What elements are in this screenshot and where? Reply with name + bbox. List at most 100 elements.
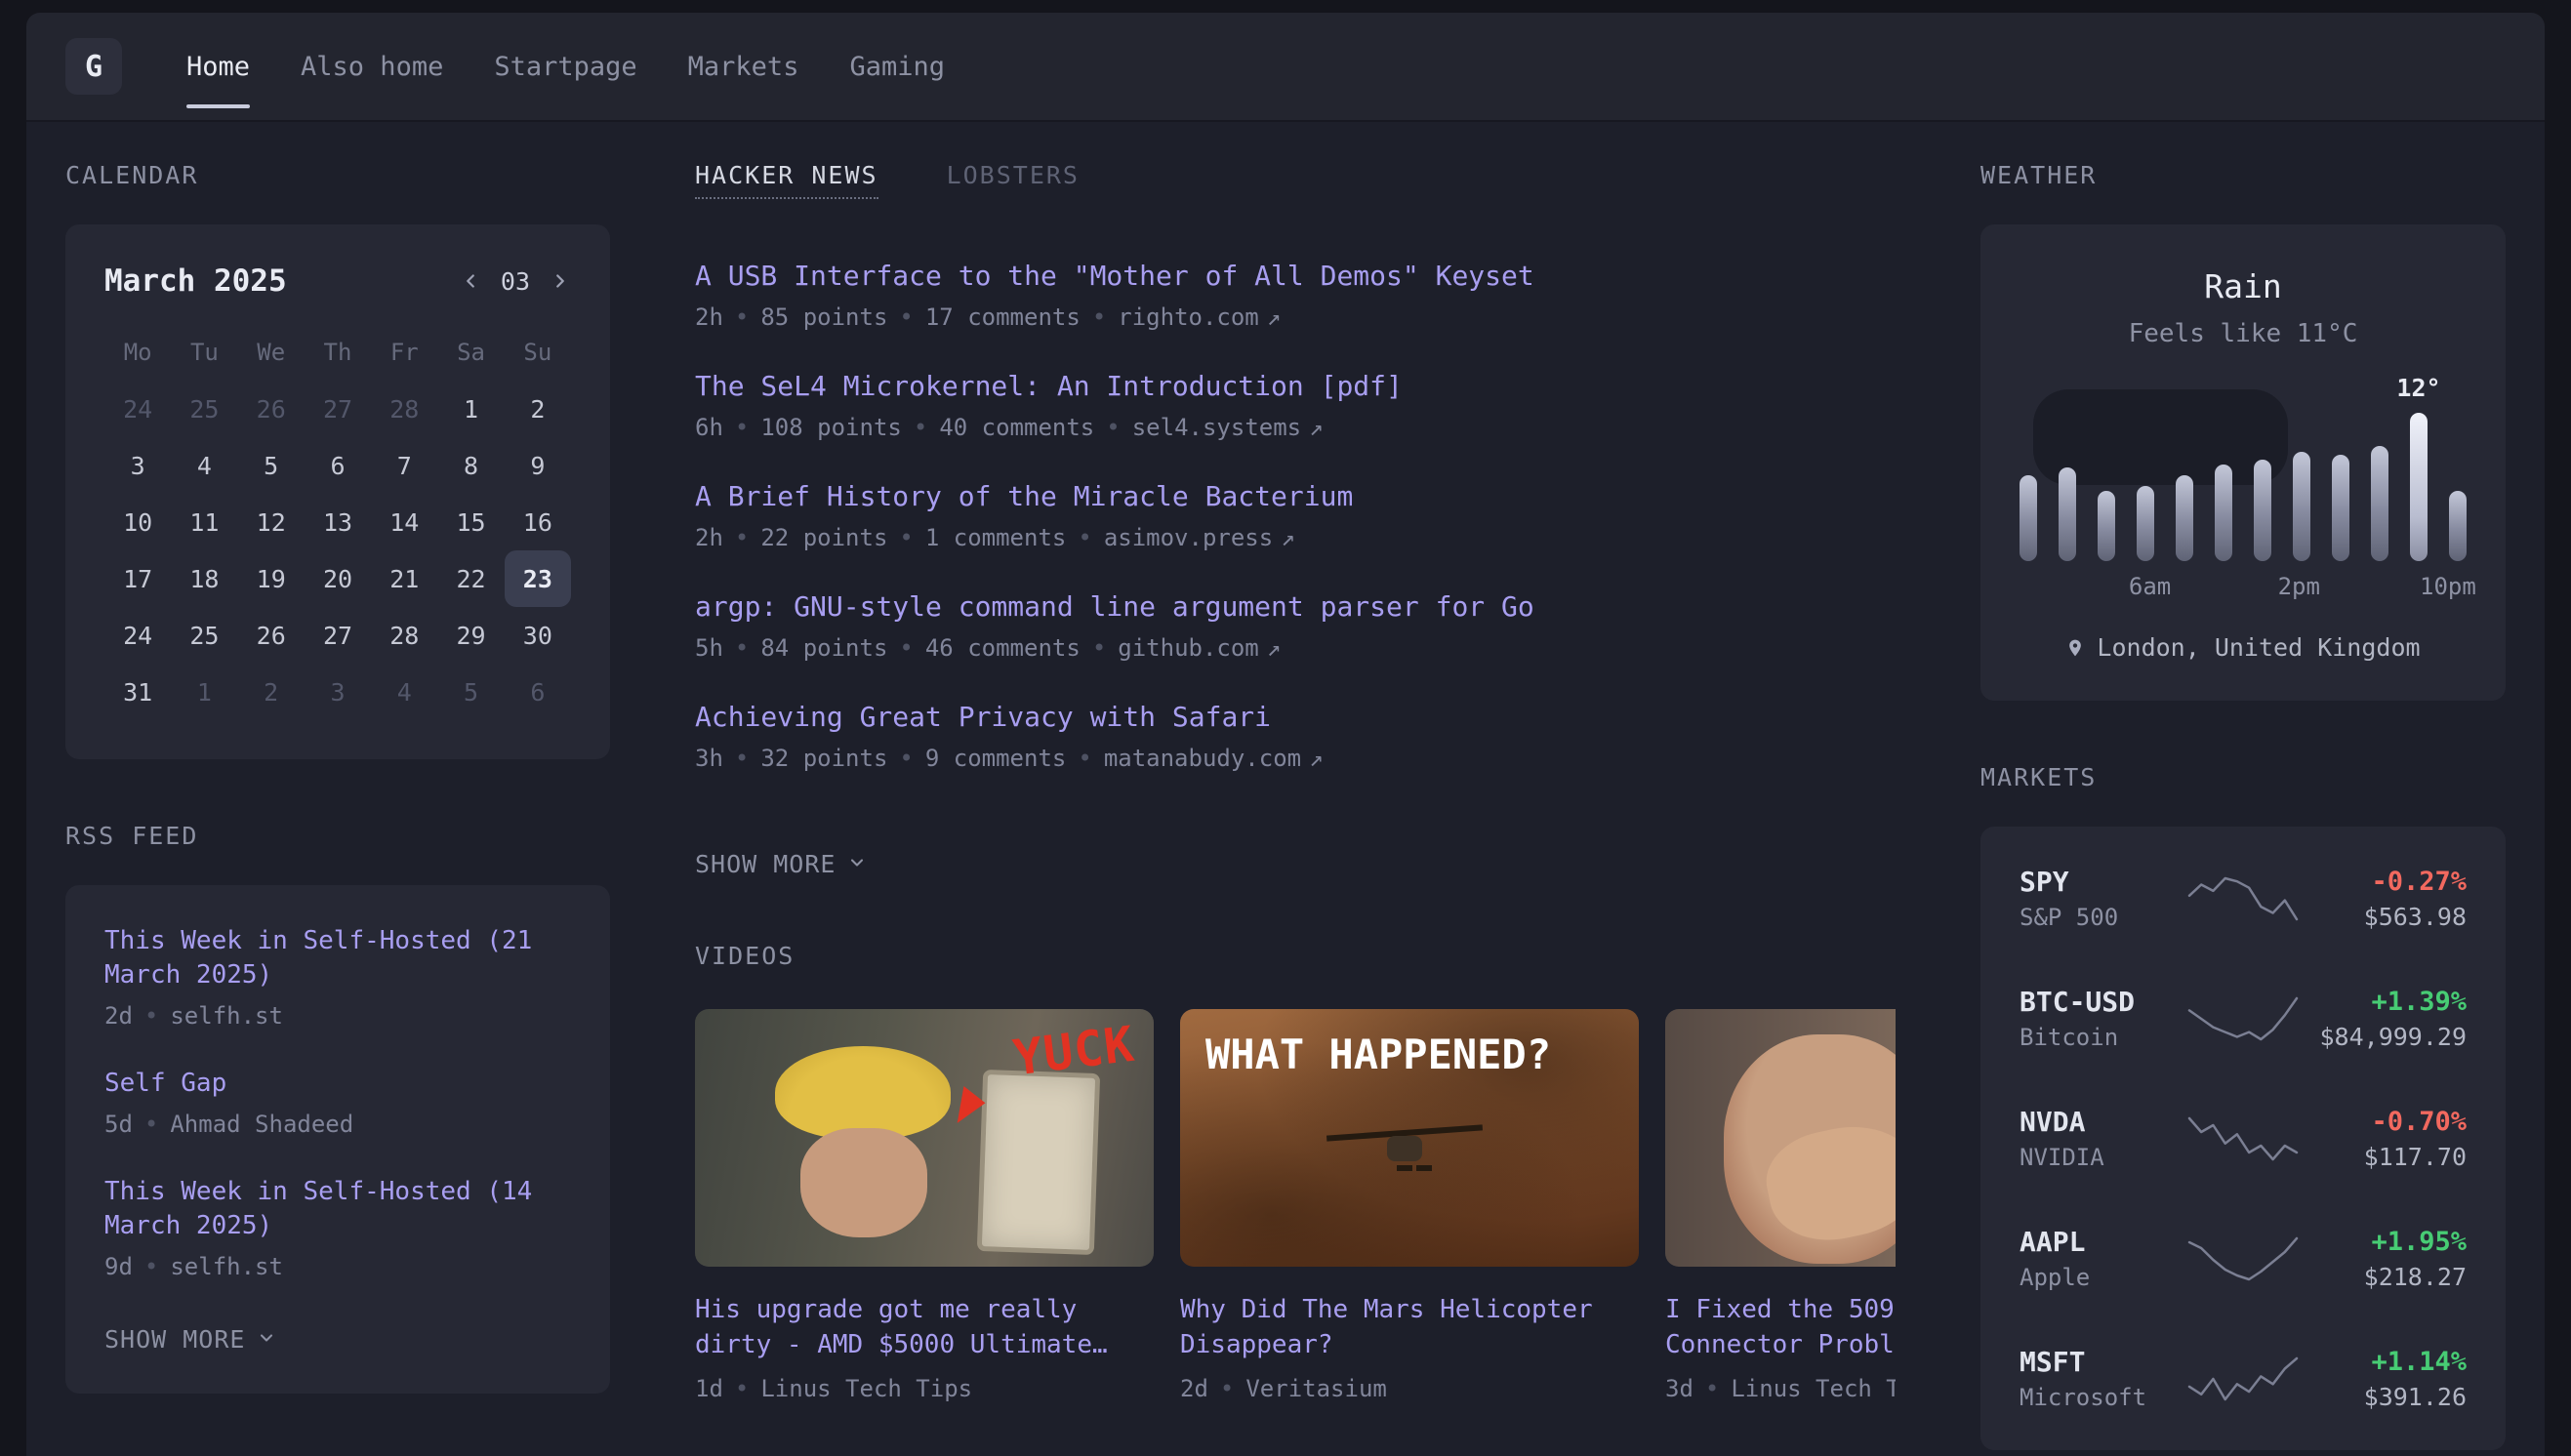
- calendar-day: 12: [238, 494, 305, 550]
- weather-bar: [2215, 465, 2232, 561]
- app-logo: G: [65, 38, 122, 95]
- external-link-icon: ↗: [1309, 414, 1323, 441]
- video-thumbnail[interactable]: YUCK: [695, 1009, 1154, 1267]
- rss-item-title[interactable]: This Week in Self-Hosted (21 March 2025): [104, 924, 571, 992]
- top-nav-bar: G HomeAlso homeStartpageMarketsGaming: [26, 13, 2545, 122]
- calendar-day: 15: [437, 494, 504, 550]
- external-link-icon: ↗: [1309, 745, 1323, 772]
- calendar-day: 10: [104, 494, 171, 550]
- market-row: NVDANVIDIA-0.70%$117.70: [2020, 1106, 2467, 1171]
- market-right: +1.39% $84,999.29: [2306, 987, 2467, 1051]
- market-symbol[interactable]: NVDA: [2020, 1106, 2180, 1138]
- weather-hourly-chart: 12° 6am2pm10pm: [2020, 405, 2467, 602]
- markets-widget: MARKETS SPYS&P 500-0.27%$563.98BTC-USDBi…: [1980, 763, 2506, 1450]
- calendar-day: 1: [171, 664, 237, 720]
- weather-bar: [2449, 491, 2467, 561]
- news-item-title[interactable]: argp: GNU-style command line argument pa…: [695, 590, 1896, 623]
- rss-item-title[interactable]: Self Gap: [104, 1067, 571, 1101]
- calendar-day: 28: [371, 381, 437, 437]
- video-title[interactable]: Why Did The Mars Helicopter Disappear?: [1180, 1292, 1639, 1363]
- market-change: +1.39%: [2306, 987, 2467, 1017]
- dashboard-page: CALENDAR March 2025 03: [26, 122, 2545, 1456]
- market-price: $563.98: [2306, 903, 2467, 931]
- market-left: MSFTMicrosoft: [2020, 1346, 2180, 1411]
- market-row: BTC-USDBitcoin+1.39%$84,999.29: [2020, 986, 2467, 1051]
- market-price: $391.26: [2306, 1383, 2467, 1411]
- dot-separator: •: [735, 634, 749, 662]
- market-symbol[interactable]: SPY: [2020, 866, 2180, 898]
- rss-item: This Week in Self-Hosted (21 March 2025)…: [104, 924, 571, 1030]
- calendar-day: 2: [238, 664, 305, 720]
- calendar-day: 5: [238, 437, 305, 494]
- calendar-day: 1: [437, 381, 504, 437]
- weather-bar: [2293, 452, 2310, 561]
- arrow-icon: [944, 1086, 986, 1129]
- market-name: Apple: [2020, 1264, 2180, 1291]
- calendar-day-selected: 23: [505, 550, 571, 607]
- calendar-day: 17: [104, 550, 171, 607]
- calendar-widget: CALENDAR March 2025 03: [65, 161, 610, 759]
- weather-location: London, United Kingdom: [2097, 633, 2420, 662]
- video-thumbnail[interactable]: DOT: [1665, 1009, 1896, 1267]
- market-right: +1.14%$391.26: [2306, 1347, 2467, 1411]
- video-meta: 1d•Linus Tech Tips: [695, 1375, 1154, 1402]
- market-right: +1.95%$218.27: [2306, 1227, 2467, 1291]
- calendar-day: 25: [171, 607, 237, 664]
- right-column: WEATHER Rain Feels like 11°C 12° 6am2pm1…: [1980, 161, 2506, 1456]
- calendar-prev-button[interactable]: [460, 270, 481, 292]
- nav-tab-home[interactable]: Home: [161, 13, 275, 120]
- calendar-day: 29: [437, 607, 504, 664]
- time-tick-label: 10pm: [2420, 573, 2476, 600]
- calendar-day: 24: [104, 607, 171, 664]
- calendar-weekday: Sa: [437, 324, 504, 381]
- market-symbol[interactable]: MSFT: [2020, 1346, 2180, 1378]
- video-title[interactable]: His upgrade got me really dirty - AMD $5…: [695, 1292, 1154, 1363]
- dot-separator: •: [1220, 1375, 1234, 1402]
- weather-bar: [2059, 467, 2076, 561]
- nav-tab-also-home[interactable]: Also home: [275, 13, 469, 120]
- news-item-title[interactable]: The SeL4 Microkernel: An Introduction [p…: [695, 370, 1896, 402]
- market-left: SPYS&P 500: [2020, 866, 2180, 931]
- market-symbol[interactable]: BTC-USD: [2020, 986, 2180, 1018]
- left-column: CALENDAR March 2025 03: [65, 161, 610, 1456]
- market-change: -0.70%: [2306, 1107, 2467, 1137]
- weather-bar: [2371, 446, 2388, 561]
- calendar-weekday: Su: [505, 324, 571, 381]
- news-item-meta: 3h•32 points•9 comments•matanabudy.com↗: [695, 745, 1896, 772]
- dot-separator: •: [1078, 745, 1091, 772]
- news-item-title[interactable]: A USB Interface to the "Mother of All De…: [695, 260, 1896, 292]
- rss-item-title[interactable]: This Week in Self-Hosted (14 March 2025): [104, 1175, 571, 1243]
- weather-bar: [2176, 475, 2193, 561]
- calendar-day: 19: [238, 550, 305, 607]
- market-price: $84,999.29: [2306, 1023, 2467, 1051]
- weather-bar: [2098, 491, 2115, 561]
- news-item-domain: asimov.press: [1104, 524, 1273, 551]
- news-tab-hacker-news[interactable]: HACKER NEWS: [695, 161, 878, 199]
- dot-separator: •: [144, 1002, 158, 1030]
- calendar-day: 6: [505, 664, 571, 720]
- calendar-day: 4: [371, 664, 437, 720]
- calendar-next-button[interactable]: [550, 270, 571, 292]
- news-tab-lobsters[interactable]: LOBSTERS: [947, 161, 1080, 197]
- news-item-meta: 5h•84 points•46 comments•github.com↗: [695, 634, 1896, 662]
- rss-item-meta: 9d•selfh.st: [104, 1253, 571, 1280]
- news-item-title[interactable]: Achieving Great Privacy with Safari: [695, 701, 1896, 733]
- calendar-day: 24: [104, 381, 171, 437]
- market-change: +1.95%: [2306, 1227, 2467, 1257]
- calendar-card: March 2025 03 MoTuWeThFrSaSu 242526: [65, 224, 610, 759]
- market-symbol[interactable]: AAPL: [2020, 1226, 2180, 1258]
- rss-show-more-label: SHOW MORE: [104, 1325, 245, 1354]
- nav-tab-gaming[interactable]: Gaming: [824, 13, 970, 120]
- nav-tab-startpage[interactable]: Startpage: [469, 13, 662, 120]
- nav-tab-markets[interactable]: Markets: [663, 13, 825, 120]
- calendar-day: 11: [171, 494, 237, 550]
- news-show-more-button[interactable]: SHOW MORE: [695, 850, 867, 878]
- news-show-more-label: SHOW MORE: [695, 850, 836, 878]
- video-thumbnail[interactable]: WHAT HAPPENED?: [1180, 1009, 1639, 1267]
- rss-show-more-button[interactable]: SHOW MORE: [104, 1325, 276, 1354]
- nav-tabs: HomeAlso homeStartpageMarketsGaming: [161, 13, 970, 120]
- news-item-domain: righto.com: [1118, 303, 1259, 331]
- thumbnail-overlay-line: YUCK: [1010, 1016, 1138, 1087]
- news-item-title[interactable]: A Brief History of the Miracle Bacterium: [695, 480, 1896, 512]
- video-title[interactable]: I Fixed the 5090 Power Connector Problem: [1665, 1292, 1896, 1363]
